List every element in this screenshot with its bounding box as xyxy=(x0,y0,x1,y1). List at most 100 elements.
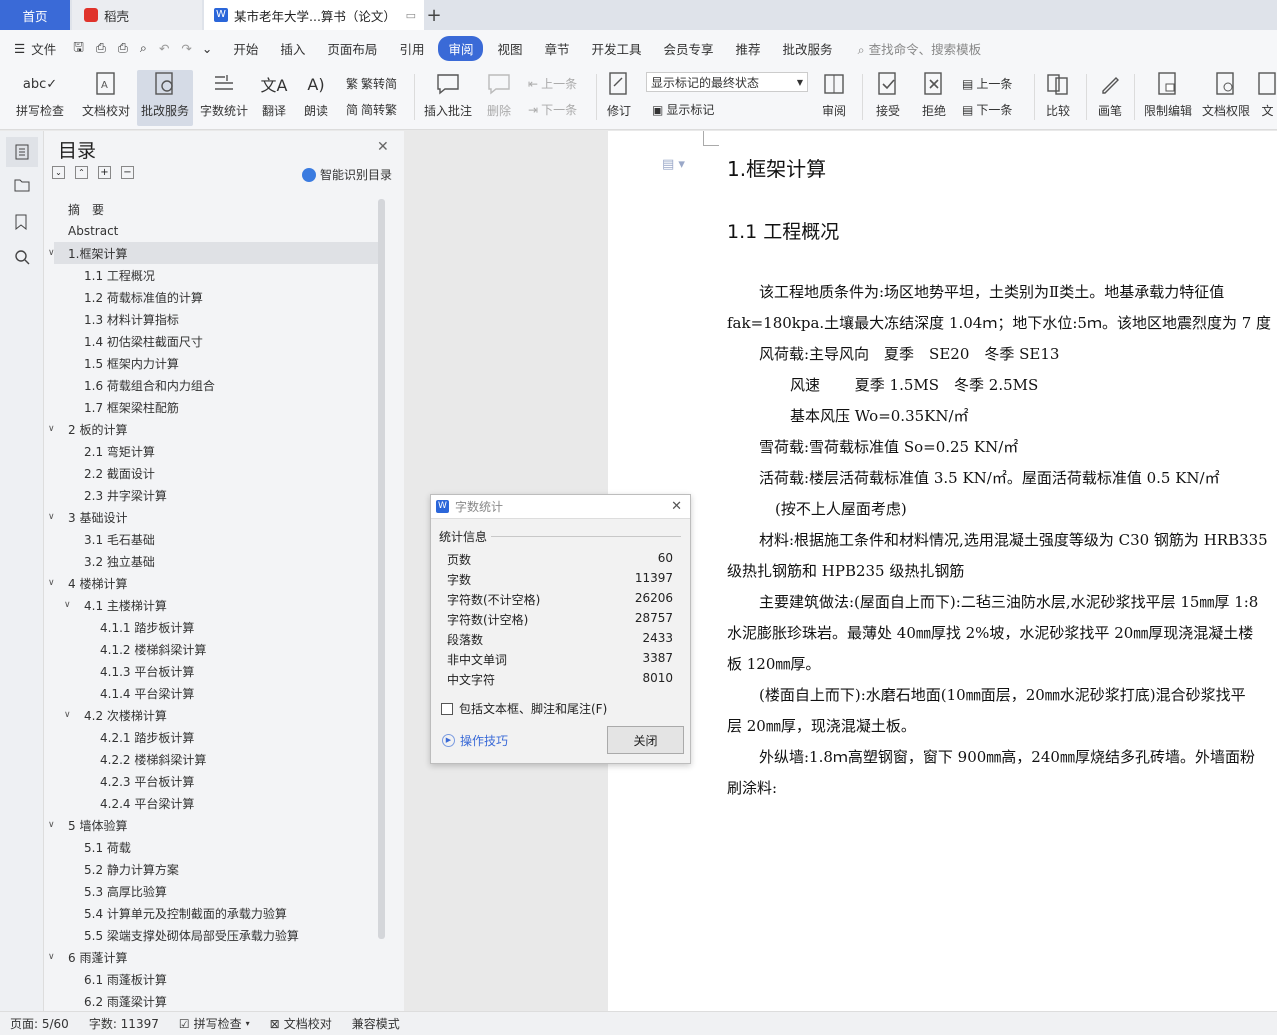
preview-icon[interactable]: ⌕ xyxy=(134,40,153,56)
toc-item[interactable]: 4.2.4 平台梁计算 xyxy=(54,792,194,814)
bookmark-icon[interactable] xyxy=(15,214,27,233)
doc-proof-status[interactable]: ⊠ 文档校对 xyxy=(260,1015,342,1032)
next-change-button[interactable]: ▤ 下一条 xyxy=(962,101,1012,118)
toc-item[interactable]: 1.6 荷载组合和内力组合 xyxy=(54,374,215,396)
tips-link[interactable]: ▶ 操作技巧 xyxy=(442,732,508,749)
more-icon[interactable]: ⌄ xyxy=(198,41,222,56)
restrict-edit-button[interactable]: 限制编辑 xyxy=(1140,70,1196,126)
correct-service-button[interactable]: 批改服务 xyxy=(137,70,193,126)
pen-button[interactable]: 画笔 xyxy=(1092,70,1128,126)
next-comment-button[interactable]: ⇥ 下一条 xyxy=(528,101,577,118)
review-pane-button[interactable]: 审阅 xyxy=(814,70,854,126)
menu-chapter[interactable]: 章节 xyxy=(533,39,580,58)
checkbox-box[interactable] xyxy=(441,702,453,715)
toc-item[interactable]: ∨ 4 楼梯计算 xyxy=(48,572,127,594)
prev-comment-button[interactable]: ⇤ 上一条 xyxy=(528,75,577,92)
menu-member[interactable]: 会员专享 xyxy=(653,39,725,58)
find-icon[interactable] xyxy=(14,249,30,268)
close-button[interactable]: 关闭 xyxy=(607,726,684,754)
chevron-down-icon[interactable]: ∨ xyxy=(64,710,76,720)
toc-item[interactable]: 4.1.2 楼梯斜梁计算 xyxy=(54,638,206,660)
read-aloud-button[interactable]: A) 朗读 xyxy=(298,70,334,126)
collapse-all-icon[interactable]: − xyxy=(121,166,134,179)
reject-button[interactable]: 拒绝 xyxy=(914,70,954,126)
toc-item[interactable]: ∨ 1.框架计算 xyxy=(48,242,378,264)
toc-item[interactable]: 1.3 材料计算指标 xyxy=(54,308,179,330)
menu-devtools[interactable]: 开发工具 xyxy=(581,39,653,58)
save-icon[interactable]: 🖫 xyxy=(67,38,90,59)
menu-reference[interactable]: 引用 xyxy=(388,39,435,58)
toc-item[interactable]: 1.5 框架内力计算 xyxy=(54,352,179,374)
prev-change-button[interactable]: ▤ 上一条 xyxy=(962,75,1012,92)
tab-daoke[interactable]: 稻壳 xyxy=(72,0,202,30)
revise-button[interactable]: 修订 xyxy=(600,70,638,126)
tab-close-icon[interactable]: ▭ xyxy=(406,9,416,22)
toc-item[interactable]: 1.2 荷载标准值的计算 xyxy=(54,286,203,308)
chevron-down-icon[interactable]: ∨ xyxy=(48,578,60,588)
toc-item[interactable]: 5.3 高厚比验算 xyxy=(54,880,167,902)
toc-item[interactable]: Abstract xyxy=(54,220,118,242)
toc-nav-icon[interactable] xyxy=(6,137,38,167)
print-icon[interactable]: ⎙ xyxy=(112,40,134,56)
toc-item[interactable]: 5.2 静力计算方案 xyxy=(54,858,179,880)
toc-item[interactable]: 2.2 截面设计 xyxy=(54,462,155,484)
menu-review[interactable]: 审阅 xyxy=(438,35,484,61)
spell-check-status[interactable]: ☑ 拼写检查 ▾ xyxy=(169,1015,260,1032)
accept-button[interactable]: 接受 xyxy=(868,70,908,126)
toc-item[interactable]: 5.4 计算单元及控制截面的承载力验算 xyxy=(54,902,287,924)
close-icon[interactable]: ✕ xyxy=(377,139,389,155)
trad-to-simp-button[interactable]: 繁繁转简 xyxy=(346,75,397,92)
translate-button[interactable]: 文A 翻译 xyxy=(254,70,294,126)
menu-recommend[interactable]: 推荐 xyxy=(725,39,772,58)
menu-start[interactable]: 开始 xyxy=(222,39,269,58)
toc-item[interactable]: 4.2.2 楼梯斜梁计算 xyxy=(54,748,206,770)
word-count-button[interactable]: 字数统计 xyxy=(196,70,252,126)
new-tab-button[interactable]: + xyxy=(424,0,444,30)
menu-insert[interactable]: 插入 xyxy=(269,39,316,58)
doc-extra-button[interactable]: 文 xyxy=(1258,70,1277,126)
toc-item[interactable]: 4.1.3 平台板计算 xyxy=(54,660,194,682)
export-icon[interactable]: ⎙ xyxy=(90,40,112,56)
search-box[interactable]: ⌕ 查找命令、搜索模板 xyxy=(844,39,993,58)
chevron-down-icon[interactable]: ∨ xyxy=(48,512,60,522)
toc-item[interactable]: 3.2 独立基础 xyxy=(54,550,155,572)
toc-item[interactable]: 1.4 初估梁柱截面尺寸 xyxy=(54,330,203,352)
menu-file[interactable]: 文件 xyxy=(29,39,67,58)
toc-item[interactable]: ∨ 2 板的计算 xyxy=(48,418,127,440)
toc-item[interactable]: ∨ 4.1 主楼梯计算 xyxy=(54,594,167,616)
toc-item[interactable]: 4.2.1 踏步板计算 xyxy=(54,726,194,748)
toc-item[interactable]: 3.1 毛石基础 xyxy=(54,528,155,550)
paragraph-options-icon[interactable]: ▤ ▾ xyxy=(662,157,685,172)
collapse-up-icon[interactable]: ⌃ xyxy=(75,166,88,179)
menu-correct-service[interactable]: 批改服务 xyxy=(772,39,844,58)
tab-home[interactable]: 首页 xyxy=(0,0,70,30)
toc-item[interactable]: 4.2.3 平台板计算 xyxy=(54,770,194,792)
chevron-down-icon[interactable]: ∨ xyxy=(48,248,60,258)
insert-comment-button[interactable]: 插入批注 xyxy=(420,70,476,126)
chapter-nav-icon[interactable] xyxy=(14,177,30,196)
toc-item[interactable]: 2.3 井字梁计算 xyxy=(54,484,167,506)
dialog-close-icon[interactable]: ✕ xyxy=(671,499,682,514)
toc-item[interactable]: ∨ 3 基础设计 xyxy=(48,506,127,528)
chevron-down-icon[interactable]: ∨ xyxy=(48,424,60,434)
document-page[interactable]: ▤ ▾ 1.框架计算 1.1 工程概况 该工程地质条件为:场区地势平坦，土类别为… xyxy=(608,131,1277,1011)
show-markup-button[interactable]: ▣ 显示标记 xyxy=(652,101,714,118)
spell-check-button[interactable]: abc✓ 拼写检查 xyxy=(8,70,72,126)
doc-permission-button[interactable]: 文档权限 xyxy=(1198,70,1254,126)
redo-icon[interactable]: ↷ xyxy=(175,41,197,56)
toc-item[interactable]: 2.1 弯矩计算 xyxy=(54,440,155,462)
toc-item[interactable]: 4.1.1 踏步板计算 xyxy=(54,616,194,638)
chevron-down-icon[interactable]: ∨ xyxy=(64,600,76,610)
page-indicator[interactable]: 页面: 5/60 xyxy=(0,1015,79,1032)
menu-view[interactable]: 视图 xyxy=(486,39,533,58)
simp-to-trad-button[interactable]: 简简转繁 xyxy=(346,101,397,118)
toc-item[interactable]: 6.2 雨蓬梁计算 xyxy=(54,990,167,1012)
toc-item[interactable]: 6.1 雨蓬板计算 xyxy=(54,968,167,990)
toc-item[interactable]: 摘 要 xyxy=(54,198,104,220)
tab-document[interactable]: W 某市老年大学...算书（论文） ▭ xyxy=(204,0,424,30)
smart-toc-button[interactable]: 智能识别目录 xyxy=(302,166,392,183)
word-count-indicator[interactable]: 字数: 11397 xyxy=(79,1015,169,1032)
doc-proof-button[interactable]: A 文档校对 xyxy=(76,70,136,126)
menu-icon[interactable]: ☰ xyxy=(0,41,29,56)
chevron-down-icon[interactable]: ∨ xyxy=(48,952,60,962)
